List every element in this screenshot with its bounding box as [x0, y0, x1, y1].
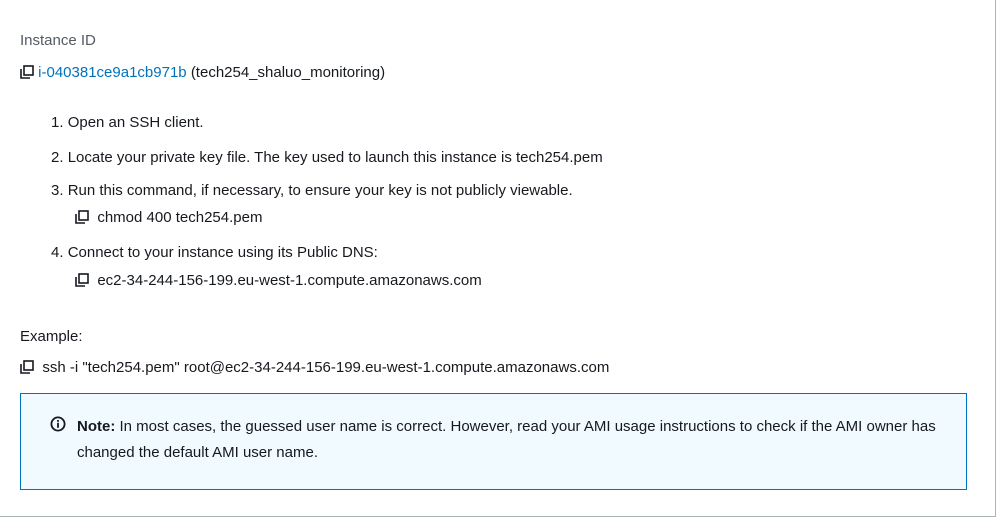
step-number: 1.: [51, 114, 64, 131]
step-text: Connect to your instance using its Publi…: [67, 244, 378, 261]
step-3: 3. Run this command, if necessary, to en…: [51, 181, 573, 201]
ssh-command: ssh -i "tech254.pem" root@ec2-34-244-156…: [42, 359, 610, 376]
step-text: Locate your private key file. The key us…: [67, 149, 603, 166]
connect-ssh-panel: Instance ID i-040381ce9a1cb971b (tech254…: [0, 0, 996, 517]
instance-id-label: Instance ID: [20, 32, 96, 49]
step-number: 3.: [51, 182, 64, 199]
instance-id-row: i-040381ce9a1cb971b (tech254_shaluo_moni…: [20, 63, 385, 83]
chmod-command: chmod 400 tech254.pem: [97, 209, 263, 226]
step-text: Open an SSH client.: [67, 114, 204, 131]
instance-name: (tech254_shaluo_monitoring): [190, 64, 386, 81]
step-number: 4.: [51, 244, 64, 261]
info-icon: [50, 416, 66, 432]
info-alert: Note: In most cases, the guessed user na…: [20, 393, 967, 490]
copy-icon[interactable]: [75, 210, 89, 224]
step-3-command: chmod 400 tech254.pem: [75, 208, 262, 228]
example-command-row: ssh -i "tech254.pem" root@ec2-34-244-156…: [20, 358, 609, 378]
copy-icon[interactable]: [20, 65, 34, 79]
step-text: Run this command, if necessary, to ensur…: [67, 182, 573, 199]
copy-icon[interactable]: [75, 273, 89, 287]
step-4-command: ec2-34-244-156-199.eu-west-1.compute.ama…: [75, 271, 482, 291]
note-body: In most cases, the guessed user name is …: [77, 418, 936, 461]
step-1: 1. Open an SSH client.: [51, 113, 204, 133]
example-label: Example:: [20, 328, 83, 345]
step-number: 2.: [51, 149, 64, 166]
note-text: Note: In most cases, the guessed user na…: [77, 414, 957, 466]
step-2: 2. Locate your private key file. The key…: [51, 148, 603, 168]
step-4: 4. Connect to your instance using its Pu…: [51, 243, 378, 263]
note-title: Note:: [77, 418, 116, 435]
instance-id-link[interactable]: i-040381ce9a1cb971b: [38, 64, 186, 81]
public-dns-value: ec2-34-244-156-199.eu-west-1.compute.ama…: [97, 272, 482, 289]
copy-icon[interactable]: [20, 360, 34, 374]
